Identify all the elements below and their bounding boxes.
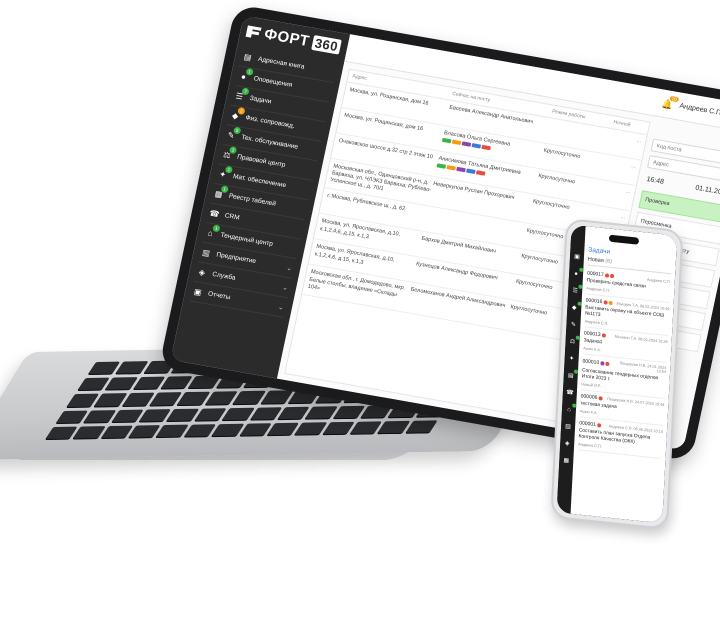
task-number-text: 000001 bbox=[579, 420, 597, 428]
nav-badge: 2 bbox=[228, 146, 238, 155]
sidebar-item-label: Физ. сопровожд. bbox=[244, 114, 296, 130]
task-number-text: 000017 bbox=[586, 270, 604, 279]
task-number-text: 000006 bbox=[580, 393, 598, 402]
current-time: 16:48 bbox=[645, 175, 665, 186]
nav-badge: 2 bbox=[237, 106, 246, 116]
report-icon[interactable]: ▦ bbox=[563, 457, 570, 465]
priority-flag-icon bbox=[601, 333, 606, 338]
cell-more[interactable]: ... bbox=[593, 209, 626, 221]
status-tag bbox=[436, 163, 447, 169]
sidebar-item-label: Тех. обслуживание bbox=[240, 133, 299, 151]
tab-new-label: Новая bbox=[587, 256, 604, 265]
tender-icon[interactable]: ⌂ bbox=[565, 403, 576, 414]
bell-icon[interactable]: ● bbox=[572, 267, 583, 278]
status-tag bbox=[481, 144, 492, 151]
building-icon: ▥ bbox=[201, 247, 211, 258]
sidebar-item-label: Оповещения bbox=[253, 75, 293, 89]
status-tag bbox=[442, 138, 452, 144]
logo-number: 360 bbox=[311, 35, 342, 55]
notification-count: 20 bbox=[669, 95, 680, 102]
task-number: 000006 bbox=[581, 393, 603, 401]
nav-badge: 1 bbox=[224, 165, 234, 174]
cell-more[interactable]: ... bbox=[604, 159, 637, 171]
task-meta: Андреев С.П. bbox=[646, 277, 671, 284]
sidebar-item-label: Адресная книга bbox=[257, 55, 306, 71]
sidebar-item-label: Мат. обеспечение bbox=[232, 173, 287, 190]
tasks-icon[interactable]: ☰ bbox=[572, 284, 583, 295]
phone-main: Задачи Новая (6) 000017 Андреев С.П. Прове… bbox=[570, 226, 678, 524]
status-tag bbox=[476, 170, 486, 176]
tab-new-count: (6) bbox=[605, 258, 613, 265]
guard-icon[interactable]: ◆ bbox=[571, 301, 582, 312]
logo-mark-icon bbox=[245, 25, 261, 39]
sidebar-item-label: Отчеты bbox=[207, 290, 231, 302]
phone-icon[interactable]: ☎ bbox=[566, 389, 574, 397]
nav-badge: 1 bbox=[220, 185, 229, 194]
sidebar-item-label: Задачи bbox=[248, 94, 272, 106]
nav-badge: 7 bbox=[241, 87, 250, 96]
logo-text: ФОРТ bbox=[262, 25, 311, 51]
wrench-icon[interactable]: ✎ bbox=[570, 321, 577, 329]
sidebar-item-label: Служба bbox=[211, 270, 237, 282]
sidebar-item-label: CRM bbox=[224, 212, 241, 222]
status-tag bbox=[446, 165, 457, 171]
cell-more[interactable]: ... bbox=[599, 184, 631, 196]
task-number-text: 000010 bbox=[582, 358, 600, 367]
chevron-down-icon[interactable]: ⌄ bbox=[286, 263, 293, 272]
task-number-text: 000013 bbox=[583, 330, 601, 339]
priority-flag-icon bbox=[609, 273, 614, 279]
phone-icon: ☎ bbox=[208, 208, 221, 220]
priority-flag-icon bbox=[608, 300, 613, 306]
sidebar-item-label: Тендерный центр bbox=[219, 231, 274, 248]
task-number: 000010 bbox=[582, 358, 610, 368]
nav-badge: 1 bbox=[245, 67, 254, 76]
task-number-text: 000016 bbox=[585, 297, 603, 306]
current-date: 01.11.2024 bbox=[694, 184, 720, 198]
bell-icon[interactable]: 🔔 20 bbox=[661, 95, 680, 110]
registry-icon[interactable]: ▤ bbox=[567, 369, 578, 380]
status-tag bbox=[466, 168, 476, 175]
user-name[interactable]: Андреев С.П. bbox=[679, 103, 720, 117]
task-number: 000013 bbox=[584, 330, 606, 338]
priority-flag-icon bbox=[600, 361, 605, 367]
shield-icon: ◈ bbox=[197, 267, 206, 278]
legal-icon[interactable]: ⚖ bbox=[569, 335, 580, 346]
priority-flag-icon bbox=[604, 273, 609, 278]
supply-icon[interactable]: ✦ bbox=[568, 355, 575, 363]
status-tag bbox=[461, 141, 472, 147]
col-night[interactable]: Ночной bbox=[613, 119, 645, 130]
phone-screen: ▣ ● ☰ ◆ ✎ ⚖ ✦ ▤ ☎ ⌂ ▥ ◈ ▦ Задачи Новая (… bbox=[556, 224, 678, 524]
chevron-down-icon[interactable]: ⌄ bbox=[282, 283, 289, 292]
status-tag bbox=[471, 143, 482, 149]
task-list: 000017 Андреев С.П. Проверить средства свя… bbox=[577, 267, 672, 459]
book-icon: ▤ bbox=[243, 52, 253, 63]
priority-flag-icon bbox=[596, 423, 601, 428]
phone-device: ▣ ● ☰ ◆ ✎ ⚖ ✦ ▤ ☎ ⌂ ▥ ◈ ▦ Задачи Новая (… bbox=[550, 218, 684, 530]
sidebar-item-label: Предприятие bbox=[215, 251, 257, 266]
task-number: 000001 bbox=[579, 420, 601, 428]
chevron-down-icon[interactable]: ⌄ bbox=[277, 302, 284, 311]
priority-flag-icon bbox=[598, 396, 603, 401]
status-tag bbox=[451, 139, 462, 146]
home-icon[interactable]: ▣ bbox=[573, 253, 580, 261]
nav-badge: 1 bbox=[212, 224, 221, 233]
status-tag bbox=[456, 166, 467, 173]
sidebar-item-label: Реестр табелей bbox=[228, 192, 277, 208]
sidebar-item-label: Правовой центр bbox=[236, 153, 287, 169]
building-icon[interactable]: ▥ bbox=[564, 423, 571, 431]
priority-flag-icon bbox=[603, 300, 608, 305]
nav-badge: 5 bbox=[233, 126, 242, 135]
shield-icon[interactable]: ◈ bbox=[564, 440, 571, 448]
report-icon: ▣ bbox=[193, 287, 203, 298]
cell-more[interactable]: ... bbox=[610, 133, 642, 145]
